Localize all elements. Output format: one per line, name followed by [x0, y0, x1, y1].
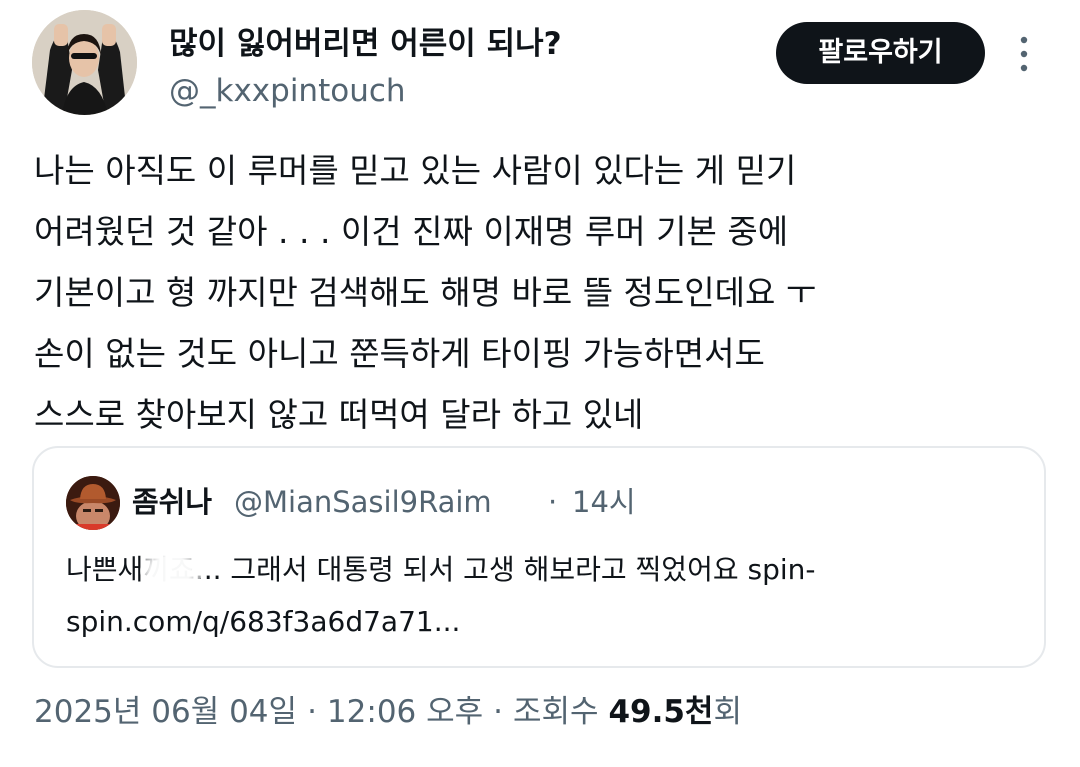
quoted-tweet-text-line[interactable]: spin.com/q/683f3a6d7a71... [66, 596, 1016, 648]
tweet-text-line: 기본이고 형 까지만 검색해도 해명 바로 뜰 정도인데요 ㅜ [34, 273, 817, 312]
views-suffix: 회 [713, 694, 742, 730]
tweet-header: 많이 잃어버리면 어른이 되나? @_kxxpintouch 팔로우하기 [32, 10, 1052, 120]
quoted-tweet-text-line: 나쁜새끼죠... 그래서 대통령 되서 고생 해보라고 찍었어요 spin- [66, 553, 816, 586]
author-handle[interactable]: @_kxxpintouch [169, 73, 406, 109]
tweet-text-line: 어려웠던 것 같아 . . . 이건 진짜 이재명 루머 기본 중에 [34, 212, 789, 251]
tweet-text-line: 손이 없는 것도 아니고 쭌득하게 타이핑 가능하면서도 [34, 334, 765, 373]
views-count[interactable]: 49.5천 [608, 694, 713, 730]
tweet-text-line: 나는 아직도 이 루머를 믿고 있는 사람이 있다는 게 믿기 [34, 151, 797, 190]
tweet-metadata: 2025년 06월 04일 · 12:06 오후 · 조회수 49.5천회 [34, 692, 742, 732]
quote-separator: · [548, 485, 558, 519]
quoted-author-avatar[interactable] [66, 476, 120, 530]
quoted-tweet-card[interactable]: 좀쉬나 @MianSasil9Raim · 14시 나쁜새끼죠... 그래서 대… [32, 446, 1046, 668]
follow-button[interactable]: 팔로우하기 [776, 22, 985, 84]
author-display-name[interactable]: 많이 잃어버리면 어른이 되나? [169, 26, 562, 62]
quoted-author-name[interactable]: 좀쉬나 [132, 485, 212, 519]
meta-separator: · [307, 694, 317, 730]
quoted-tweet-time[interactable]: 14시 [572, 485, 636, 519]
tweet-date[interactable]: 2025년 06월 04일 [34, 694, 297, 730]
cowboy-avatar-icon [66, 476, 120, 530]
tweet-text: 나는 아직도 이 루머를 믿고 있는 사람이 있다는 게 믿기 어려웠던 것 같… [34, 140, 1034, 445]
profile-photo-icon [32, 10, 137, 115]
tweet-text-line: 스스로 찾아보지 않고 떠먹여 달라 하고 있네 [34, 395, 644, 434]
more-vertical-icon[interactable] [1016, 34, 1032, 74]
meta-separator: · [493, 694, 504, 730]
views-label: 조회수 [513, 694, 599, 730]
quoted-tweet-text: 나쁜새끼죠... 그래서 대통령 되서 고생 해보라고 찍었어요 spin- s… [66, 544, 1016, 648]
author-avatar[interactable] [32, 10, 137, 115]
tweet-time[interactable]: 12:06 오후 [327, 694, 483, 730]
quoted-author-handle[interactable]: @MianSasil9Raim [234, 485, 492, 519]
